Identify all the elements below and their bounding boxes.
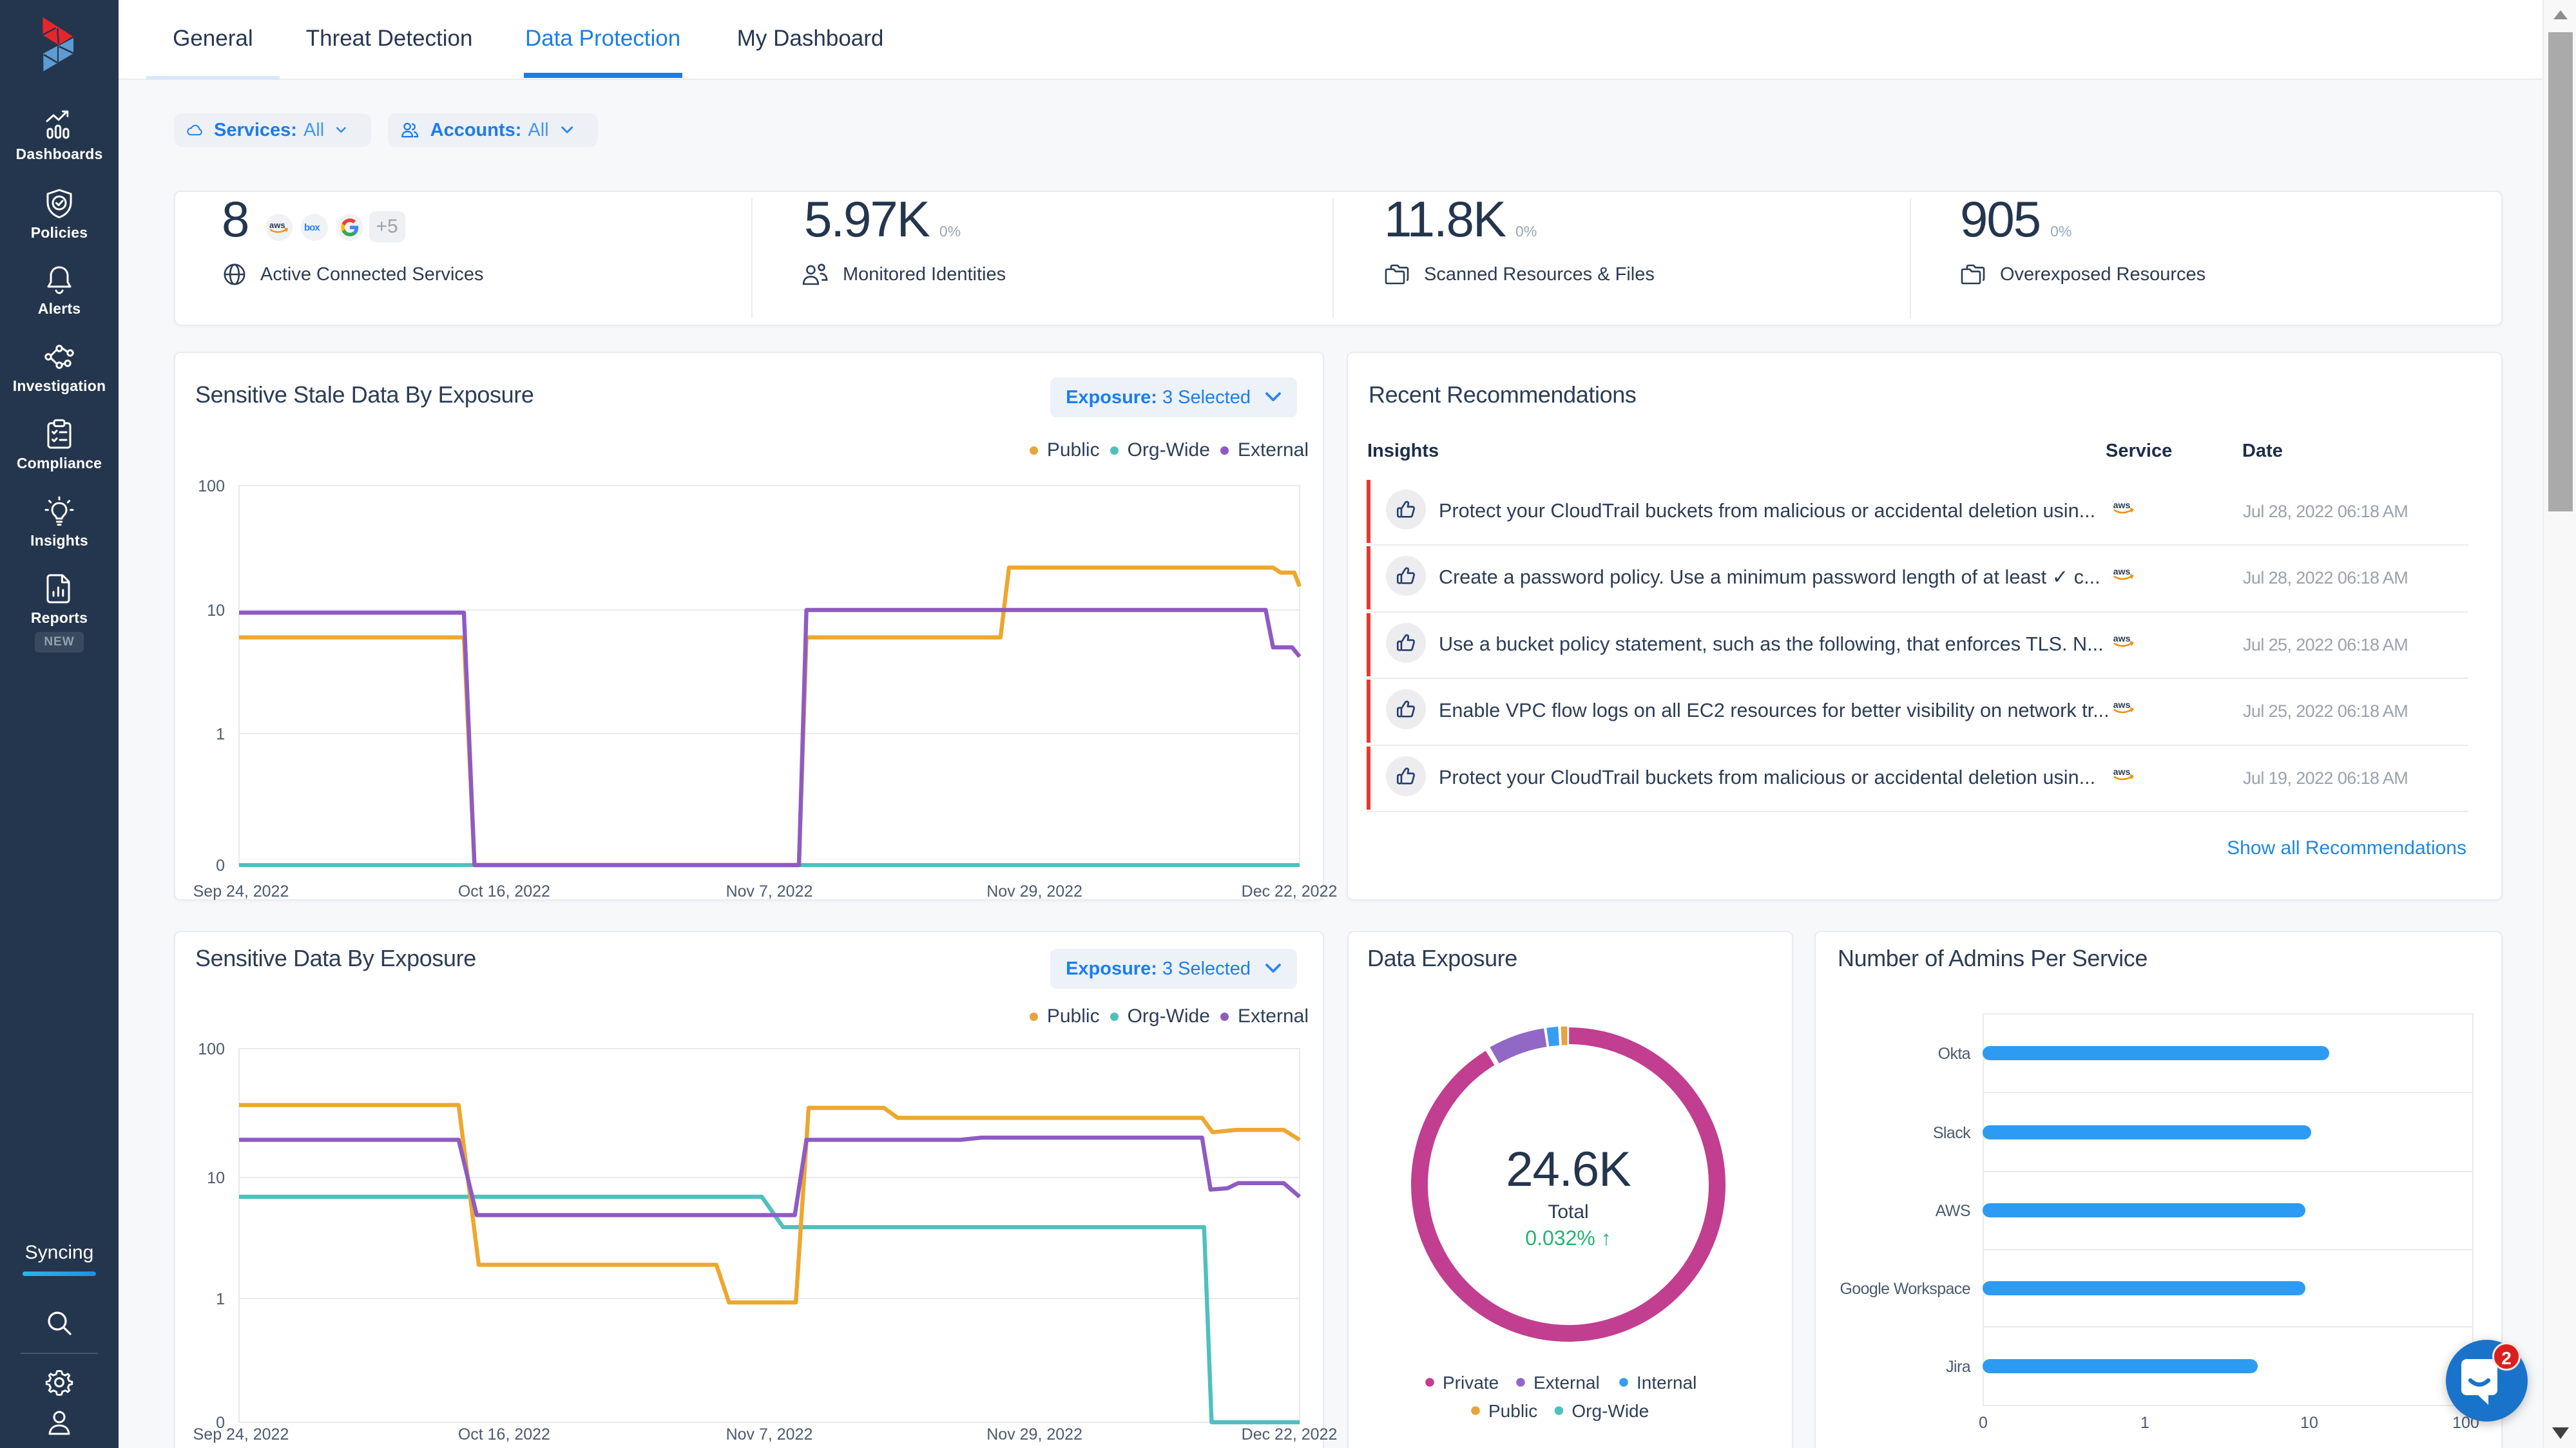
svg-text:10: 10 <box>207 1169 225 1187</box>
svg-text:0.032% ↑: 0.032% ↑ <box>1525 1226 1611 1250</box>
svg-text:Oct 16, 2022: Oct 16, 2022 <box>458 882 550 900</box>
svg-text:100: 100 <box>198 1040 225 1058</box>
svg-text:Okta: Okta <box>1938 1045 1971 1063</box>
svg-text:Private: Private <box>1443 1373 1499 1393</box>
svg-text:aws: aws <box>269 220 285 230</box>
svg-text:aws: aws <box>2113 500 2131 511</box>
svg-text:aws: aws <box>2113 767 2131 777</box>
svg-text:Total: Total <box>1548 1201 1588 1223</box>
svg-text:Public: Public <box>1488 1401 1537 1421</box>
svg-text:24.6K: 24.6K <box>1506 1142 1631 1197</box>
svg-text:100: 100 <box>198 477 225 495</box>
svg-text:aws: aws <box>2113 700 2131 710</box>
svg-text:External: External <box>1533 1373 1600 1393</box>
svg-text:Dec 22, 2022: Dec 22, 2022 <box>1242 1425 1338 1443</box>
svg-text:Sep 24, 2022: Sep 24, 2022 <box>193 882 289 900</box>
svg-text:Nov 29, 2022: Nov 29, 2022 <box>986 1425 1082 1443</box>
svg-text:Dec 22, 2022: Dec 22, 2022 <box>1242 882 1338 900</box>
svg-text:Nov 7, 2022: Nov 7, 2022 <box>726 882 813 900</box>
svg-text:Org-Wide: Org-Wide <box>1572 1401 1649 1421</box>
svg-text:Nov 29, 2022: Nov 29, 2022 <box>986 882 1082 900</box>
svg-text:Oct 16, 2022: Oct 16, 2022 <box>458 1425 550 1443</box>
svg-text:1: 1 <box>216 725 225 743</box>
svg-text:box: box <box>304 222 320 233</box>
svg-text:AWS: AWS <box>1936 1202 1970 1220</box>
svg-text:Slack: Slack <box>1933 1124 1971 1142</box>
svg-text:aws: aws <box>2113 567 2131 577</box>
svg-text:aws: aws <box>2113 634 2131 644</box>
svg-text:Sep 24, 2022: Sep 24, 2022 <box>193 1425 289 1443</box>
svg-text:1: 1 <box>2140 1414 2149 1432</box>
svg-text:1: 1 <box>216 1290 225 1308</box>
svg-text:Google Workspace: Google Workspace <box>1840 1280 1970 1298</box>
svg-text:Nov 7, 2022: Nov 7, 2022 <box>726 1425 813 1443</box>
svg-text:0: 0 <box>1979 1414 1988 1432</box>
svg-text:10: 10 <box>207 602 225 620</box>
svg-text:Jira: Jira <box>1946 1358 1971 1376</box>
svg-text:Internal: Internal <box>1637 1373 1697 1393</box>
svg-text:10: 10 <box>2300 1414 2318 1432</box>
svg-text:0: 0 <box>216 857 225 875</box>
